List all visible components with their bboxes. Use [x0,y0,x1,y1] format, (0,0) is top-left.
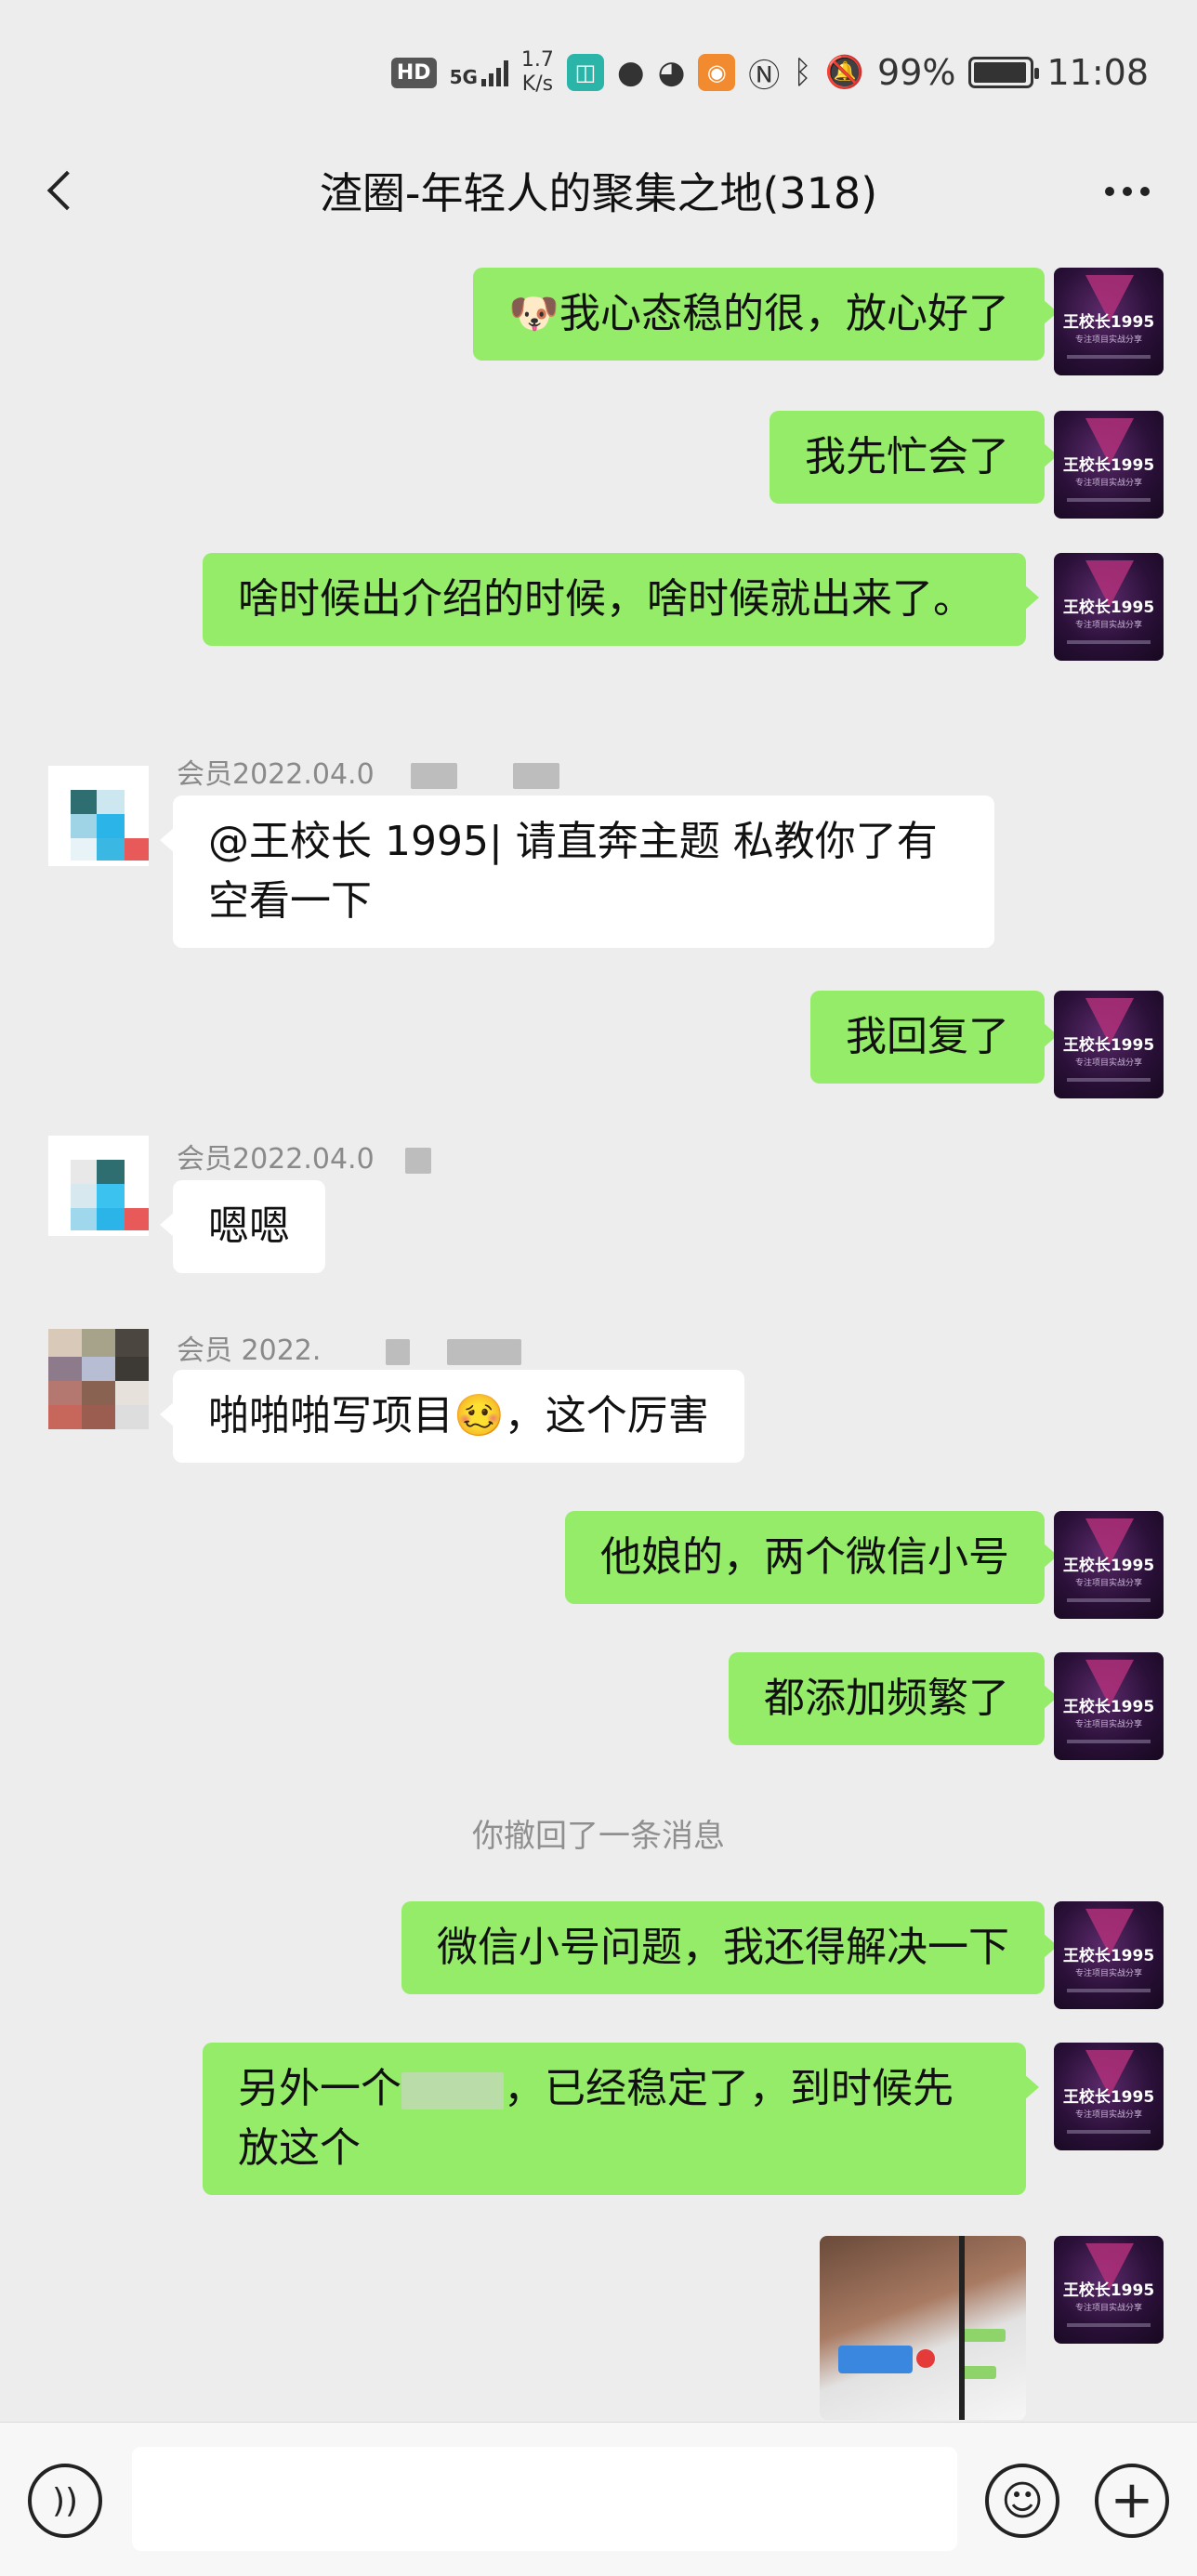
drooling-face-emoji-icon: 🥴 [454,1392,505,1439]
wechat-icon: ◕ [657,54,686,91]
message-text: @王校长 1995| 请直奔主题 私教你了有空看一下 [208,818,938,925]
message-bubble-incoming[interactable]: 啪啪啪写项目🥴，这个厉害 [160,1370,744,1463]
battery-icon [968,57,1040,88]
dog-emoji-icon: 🐶 [508,290,559,337]
hd-icon: HD [390,57,437,88]
sender-name: 会员 2022. [177,1327,521,1368]
message-text: 啥时候出介绍的时候，啥时候就出来了。 [238,575,974,623]
network-speed: 1.7 K/s [521,48,554,97]
message-text: 我回复了 [846,1013,1009,1060]
message-text: 都添加频繁了 [764,1675,1009,1722]
mi-app-icon: ◫ [566,54,604,91]
sender-name: 会员2022.04.0 [177,1136,432,1176]
speed-value: 1.7 [520,48,554,72]
recall-notice: 你撤回了一条消息 [472,1818,725,1855]
member-avatar[interactable] [48,766,149,866]
status-bar: HD 5G 1.7 K/s ◫ ● ◕ ◉ Ⓝ ᛒ 🔕 99% 11:08 [0,0,1197,139]
my-avatar[interactable]: 王校长1995 专注项目实战分享 [1054,1652,1164,1760]
message-bubble-outgoing[interactable]: 另外一个 ，已经稳定了，到时候先放这个 [203,2043,1039,2195]
my-avatar[interactable]: 王校长1995 专注项目实战分享 [1054,1901,1164,2009]
member-avatar[interactable] [48,1329,149,1429]
input-bar: )) ☺ + [0,2422,1197,2576]
member-avatar[interactable] [48,1136,149,1236]
message-text: 嗯嗯 [208,1203,290,1250]
my-avatar[interactable]: 王校长1995 专注项目实战分享 [1054,553,1164,661]
message-bubble-outgoing[interactable]: 我先忙会了 [770,411,1058,504]
my-avatar[interactable]: 王校长1995 专注项目实战分享 [1054,2043,1164,2150]
message-text: 另外一个 [238,2065,401,2112]
message-bubble-outgoing[interactable]: 🐶我心态稳的很，放心好了 [473,268,1058,361]
signal-icon: 5G [450,59,508,86]
my-avatar[interactable]: 王校长1995 专注项目实战分享 [1054,991,1164,1098]
message-bubble-outgoing[interactable]: 啥时候出介绍的时候，啥时候就出来了。 [203,553,1039,646]
chat-title: 渣圈-年轻人的聚集之地(318) [319,168,878,218]
emoji-icon[interactable]: ☺ [985,2464,1059,2538]
message-text: 我先忙会了 [805,433,1009,480]
redacted-text [401,2072,504,2109]
orange-app-icon: ◉ [698,54,736,91]
message-text: 啪啪啪写项目 [208,1392,454,1439]
chat-bubble-icon: ● [616,54,645,91]
speed-unit: K/s [521,72,554,96]
message-bubble-outgoing[interactable]: 都添加频繁了 [729,1652,1058,1745]
chat-header: 渣圈-年轻人的聚集之地(318) [0,139,1197,242]
message-input[interactable] [132,2447,957,2551]
mute-icon: 🔕 [824,54,865,91]
battery-percent: 99% [877,52,956,93]
sender-name: 会员2022.04.0 [177,751,559,792]
message-text: 微信小号问题，我还得解决一下 [437,1924,1009,1971]
message-bubble-outgoing[interactable]: 我回复了 [810,991,1058,1084]
my-avatar[interactable]: 王校长1995 专注项目实战分享 [1054,268,1164,375]
network-type: 5G [449,66,478,88]
message-text: 我心态稳的很，放心好了 [559,290,1009,337]
message-bubble-incoming[interactable]: @王校长 1995| 请直奔主题 私教你了有空看一下 [160,795,994,948]
clock: 11:08 [1046,52,1149,93]
plus-icon[interactable]: + [1095,2464,1169,2538]
message-text: ，这个厉害 [504,1392,709,1439]
image-message[interactable] [820,2236,1026,2420]
nfc-icon: Ⓝ [748,57,781,95]
voice-icon[interactable]: )) [28,2464,102,2538]
my-avatar[interactable]: 王校长1995 专注项目实战分享 [1054,1511,1164,1619]
my-avatar[interactable]: 王校长1995 专注项目实战分享 [1054,411,1164,519]
message-text: 他娘的，两个微信小号 [600,1533,1009,1581]
message-bubble-outgoing[interactable]: 他娘的，两个微信小号 [565,1511,1058,1604]
message-bubble-outgoing[interactable]: 微信小号问题，我还得解决一下 [401,1901,1058,1994]
message-bubble-incoming[interactable]: 嗯嗯 [160,1180,325,1273]
my-avatar[interactable]: 王校长1995 专注项目实战分享 [1054,2236,1164,2344]
more-dots-icon[interactable] [1095,165,1160,217]
bluetooth-icon: ᛒ [793,54,812,91]
